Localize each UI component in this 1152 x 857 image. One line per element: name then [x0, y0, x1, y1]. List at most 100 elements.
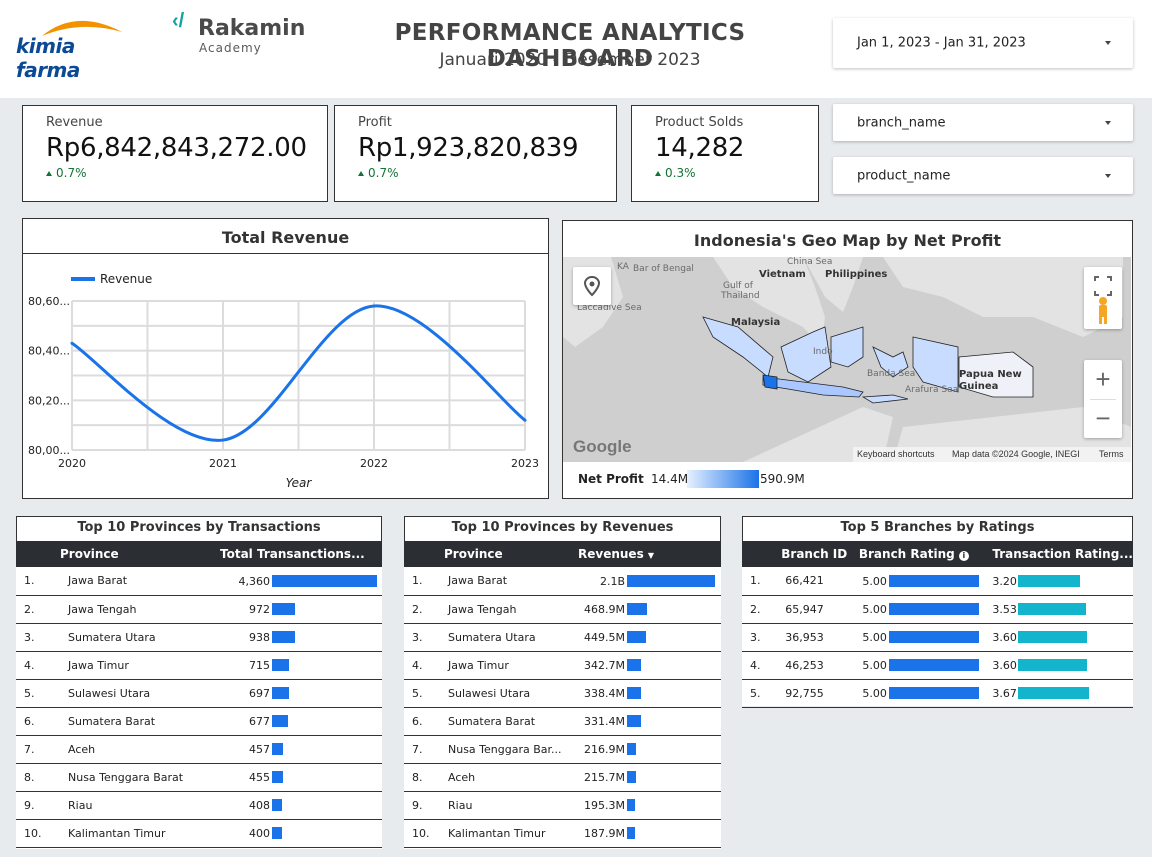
row-branch-rating-bar	[888, 603, 979, 616]
table-row[interactable]: 5. 92,755 5.00 3.67	[742, 679, 1133, 708]
table-row[interactable]: 4. Jawa Timur 342.7M	[404, 651, 721, 680]
row-transaction-rating-value: 3.20	[992, 574, 1017, 588]
branch-filter-dropdown[interactable]: branch_name	[833, 104, 1133, 141]
row-rank: 9.	[16, 791, 60, 820]
province-header[interactable]: Province	[60, 541, 220, 567]
info-icon: i	[958, 551, 969, 561]
table-row[interactable]: 1. Jawa Barat 4,360	[16, 567, 382, 596]
branch-rating-header[interactable]: Branch Rating i	[858, 541, 993, 567]
table-row[interactable]: 2. 65,947 5.00 3.53	[742, 595, 1133, 624]
row-rank: 1.	[404, 567, 444, 596]
table-row[interactable]: 8. Aceh 215.7M	[404, 763, 721, 792]
x-tick-label: 2023	[511, 457, 539, 470]
table-row[interactable]: 6. Sumatera Barat 331.4M	[404, 707, 721, 736]
row-province: Kalimantan Timur	[444, 819, 578, 848]
table-row[interactable]: 4. 46,253 5.00 3.60	[742, 651, 1133, 680]
date-range-picker[interactable]: Jan 1, 2023 - Jan 31, 2023	[833, 18, 1133, 68]
row-revenue-value: 2.1B	[599, 574, 625, 588]
row-transaction-rating: 3.60	[992, 651, 1133, 680]
table-row[interactable]: 10. Kalimantan Timur 400	[16, 819, 382, 848]
table-row[interactable]: 3. Sumatera Utara 938	[16, 623, 382, 652]
arrow-up-icon	[46, 171, 52, 176]
table-row[interactable]: 5. Sulawesi Utara 338.4M	[404, 679, 721, 708]
table-row[interactable]: 7. Nusa Tenggara Bar... 216.9M	[404, 735, 721, 764]
fullscreen-and-pegman-icon	[1094, 276, 1112, 324]
keyboard-shortcuts-link[interactable]: Keyboard shortcuts	[857, 449, 935, 459]
row-revenue-bar	[627, 827, 635, 840]
kpi-sold-value: 14,282	[655, 133, 745, 163]
row-transaction-rating-bar	[1018, 631, 1088, 644]
row-rank: 2.	[404, 595, 444, 624]
row-transaction-rating-bar	[1018, 659, 1088, 672]
table-row[interactable]: 1. Jawa Barat 2.1B	[404, 567, 721, 596]
product-filter-label: product_name	[857, 168, 951, 183]
map-street-view-control[interactable]	[1084, 267, 1122, 329]
row-revenue: 449.5M	[578, 623, 721, 652]
row-transaction-rating-value: 3.60	[992, 630, 1017, 644]
row-transactions-value: 408	[249, 798, 270, 812]
row-province: Jawa Tengah	[60, 595, 220, 624]
geo-map-panel: Indonesia's Geo Map by Net Profit Bar of…	[562, 220, 1133, 499]
geo-map[interactable]: Bar of Bengal KA China Sea Vietnam Phili…	[563, 257, 1131, 462]
row-revenue-value: 468.9M	[584, 602, 625, 616]
table-row[interactable]: 4. Jawa Timur 715	[16, 651, 382, 680]
row-revenue: 187.9M	[578, 819, 721, 848]
table-row[interactable]: 3. 36,953 5.00 3.60	[742, 623, 1133, 652]
row-branch-rating-bar	[888, 631, 979, 644]
kpi-revenue-delta: 0.7%	[46, 166, 87, 180]
row-branch-rating: 5.00	[858, 567, 993, 596]
table-row[interactable]: 9. Riau 195.3M	[404, 791, 721, 820]
row-revenue: 342.7M	[578, 651, 721, 680]
transaction-rating-header[interactable]: Transaction Rating...	[992, 541, 1133, 567]
map-legend-max: 590.9M	[760, 472, 805, 486]
row-province: Kalimantan Timur	[60, 819, 220, 848]
map-location-button[interactable]	[573, 267, 611, 305]
revenue-line-chart: 80,00... 80,20... 80,40... 80,60... 2020 2021…	[28, 272, 539, 490]
zoom-in-button[interactable]: +	[1084, 360, 1122, 399]
revenues-table: Province Revenues ▼ 1. Jawa Barat 2.1B 2. Ja…	[404, 541, 721, 848]
kimia-farma-logo: kimia farma	[14, 10, 144, 82]
row-province: Sulawesi Utara	[444, 679, 578, 708]
revenues-table-panel: Top 10 Provinces by Revenues Province Re…	[404, 516, 721, 849]
row-province: Sulawesi Utara	[60, 679, 220, 708]
table-row[interactable]: 3. Sumatera Utara 449.5M	[404, 623, 721, 652]
table-row[interactable]: 5. Sulawesi Utara 697	[16, 679, 382, 708]
row-revenue-bar	[627, 603, 647, 616]
revenues-header[interactable]: Revenues ▼	[578, 541, 721, 567]
row-branch-id: 46,253	[781, 651, 859, 680]
row-transactions: 457	[220, 735, 382, 764]
branches-table-panel: Top 5 Branches by Ratings Branch ID Bran…	[742, 516, 1133, 708]
province-header[interactable]: Province	[444, 541, 578, 567]
row-revenue: 468.9M	[578, 595, 721, 624]
transactions-header[interactable]: Total Transanctions...	[220, 541, 382, 567]
table-row[interactable]: 1. 66,421 5.00 3.20	[742, 567, 1133, 596]
table-row[interactable]: 10. Kalimantan Timur 187.9M	[404, 819, 721, 848]
zoom-out-button[interactable]: −	[1084, 399, 1122, 438]
row-transactions: 972	[220, 595, 382, 624]
table-row[interactable]: 2. Jawa Tengah 972	[16, 595, 382, 624]
row-transaction-rating: 3.20	[992, 567, 1133, 596]
map-land-shapes	[563, 257, 1131, 462]
row-branch-rating-value: 5.00	[862, 686, 887, 700]
terms-link[interactable]: Terms	[1099, 449, 1124, 459]
map-label-malaysia: Malaysia	[731, 317, 781, 328]
branch-id-header[interactable]: Branch ID	[781, 541, 859, 567]
table-row[interactable]: 2. Jawa Tengah 468.9M	[404, 595, 721, 624]
table-row[interactable]: 6. Sumatera Barat 677	[16, 707, 382, 736]
row-branch-rating: 5.00	[858, 651, 993, 680]
table-row[interactable]: 7. Aceh 457	[16, 735, 382, 764]
total-revenue-panel: Total Revenue 80,00... 80,20... 80,40... 80…	[22, 218, 549, 499]
row-transactions-value: 457	[249, 742, 270, 756]
table-row[interactable]: 8. Nusa Tenggara Barat 455	[16, 763, 382, 792]
branches-table-title: Top 5 Branches by Ratings	[742, 516, 1133, 541]
kpi-revenue-value: Rp6,842,843,272.00	[46, 133, 307, 163]
row-transaction-rating-value: 3.67	[992, 686, 1017, 700]
product-filter-dropdown[interactable]: product_name	[833, 157, 1133, 194]
row-revenue-value: 215.7M	[584, 770, 625, 784]
table-row[interactable]: 9. Riau 408	[16, 791, 382, 820]
row-revenue-bar	[627, 687, 642, 700]
row-transaction-rating-bar	[1018, 575, 1080, 587]
chart-title: Total Revenue	[221, 228, 350, 247]
y-tick-label: 80,00...	[28, 444, 70, 457]
row-rank: 8.	[16, 763, 60, 792]
